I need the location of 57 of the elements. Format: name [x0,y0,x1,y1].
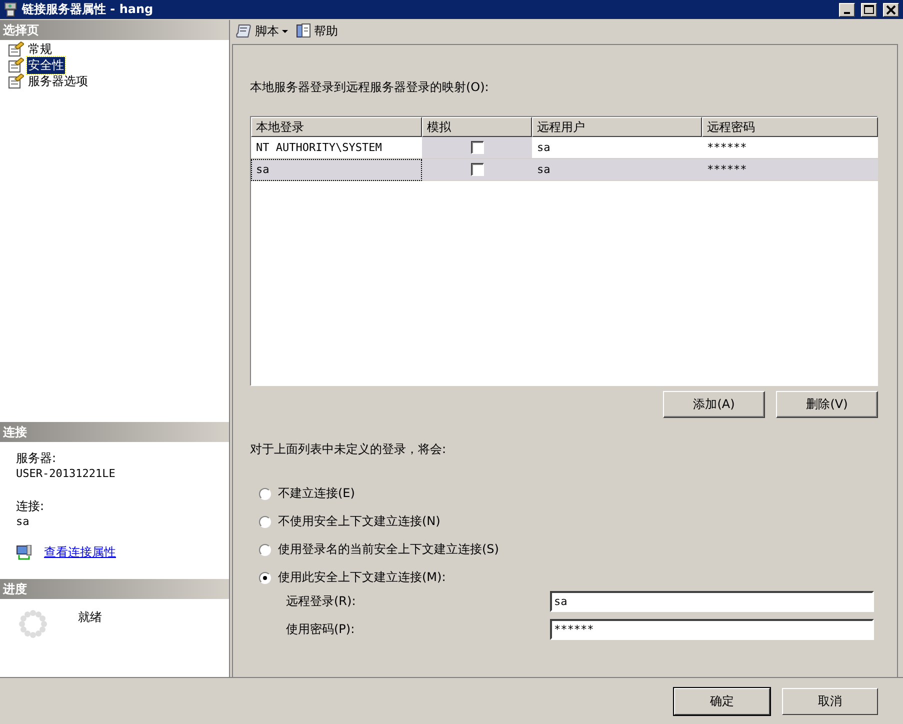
spinner-icon [18,609,48,639]
column-header[interactable]: 远程密码 [702,117,878,137]
input-field[interactable]: sa [550,591,874,612]
connection-icon [16,545,32,560]
radio-label[interactable]: 使用登录名的当前安全上下文建立连接(S) [278,541,499,558]
dropdown-caret-icon [282,30,288,32]
page-item[interactable]: 安全性 [27,56,65,74]
maximize-icon [864,5,874,14]
help-book-icon [296,23,311,39]
radio-button[interactable] [259,572,271,584]
table-cell: ****** [702,159,878,181]
column-header[interactable]: 远程用户 [532,117,702,137]
checkbox[interactable] [470,141,484,154]
cancel-button[interactable]: 取消 [782,688,878,714]
mapping-label: 本地服务器登录到远程服务器登录的映射(O): [250,79,490,96]
section-header: 选择页 [0,20,229,40]
page-icon [8,73,24,89]
maximize-button[interactable] [861,2,877,16]
close-icon [886,4,896,14]
section-header: 连接 [0,422,229,442]
page-item[interactable]: 服务器选项 [27,72,89,90]
progress-status: 就绪 [78,609,102,626]
radio-button[interactable] [259,516,271,528]
radio-button[interactable] [259,544,271,556]
page-item[interactable]: 常规 [27,40,53,58]
page-icon [8,57,24,73]
radio-label[interactable]: 使用此安全上下文建立连接(M): [278,569,446,586]
connection-user: sa [16,515,30,528]
add-button[interactable]: 添加(A) [663,391,765,418]
undefined-logins-label: 对于上面列表中未定义的登录，将会: [250,441,448,458]
radio-button[interactable] [259,488,271,500]
minimize-button[interactable] [839,2,855,16]
connection-label: 连接: [16,498,46,515]
script-button[interactable]: 脚本 [234,22,290,40]
field-label: 远程登录(R): [286,593,357,610]
minimize-icon [844,12,850,14]
table-cell: sa [251,159,422,181]
input-field[interactable]: ****** [550,619,874,640]
server-label: 服务器: [16,450,58,467]
remove-button[interactable]: 删除(V) [776,391,878,418]
table-cell: sa [532,159,702,181]
radio-label[interactable]: 不建立连接(E) [278,485,355,502]
section-header: 进度 [0,579,229,599]
field-label: 使用密码(P): [286,621,356,638]
server-name: USER-20131221LE [16,467,116,480]
connection-properties-link[interactable]: 查看连接属性 [44,544,116,561]
ok-button[interactable]: 确定 [674,688,770,714]
radio-label[interactable]: 不使用安全上下文建立连接(N) [278,513,440,530]
page-icon [8,41,24,57]
window-icon [3,2,18,17]
help-button[interactable]: 帮助 [294,22,340,40]
window-title: 链接服务器属性 - hang [22,1,154,18]
checkbox[interactable] [470,163,484,176]
close-button[interactable] [883,2,899,16]
scroll-icon [236,23,252,39]
column-header[interactable]: 模拟 [422,117,532,137]
column-header[interactable]: 本地登录 [251,117,422,137]
